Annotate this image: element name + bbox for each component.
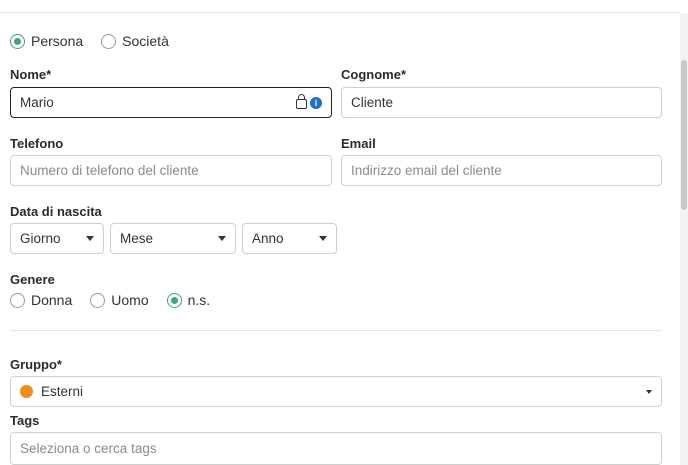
radio-persona-indicator[interactable] bbox=[10, 33, 25, 49]
radio-ns-label: n.s. bbox=[187, 292, 211, 308]
cognome-input[interactable] bbox=[341, 87, 662, 118]
tags-input[interactable] bbox=[10, 432, 662, 465]
chevron-down-icon bbox=[319, 236, 327, 241]
radio-uomo-label: Uomo bbox=[111, 292, 149, 308]
email-label: Email bbox=[341, 136, 376, 151]
radio-societa[interactable]: Società bbox=[101, 33, 169, 49]
group-color-dot bbox=[20, 385, 33, 398]
radio-uomo-indicator[interactable] bbox=[90, 292, 106, 308]
mese-select[interactable]: Mese bbox=[110, 223, 236, 254]
password-manager-badge[interactable]: i bbox=[296, 94, 322, 109]
mese-select-value: Mese bbox=[120, 231, 154, 246]
top-divider bbox=[0, 12, 680, 13]
info-icon: i bbox=[310, 96, 322, 109]
lock-icon bbox=[296, 94, 307, 109]
radio-donna-label: Donna bbox=[31, 292, 73, 308]
tags-label: Tags bbox=[10, 413, 40, 428]
radio-ns[interactable]: n.s. bbox=[166, 292, 211, 308]
giorno-select-value: Giorno bbox=[20, 231, 61, 246]
nome-input[interactable] bbox=[10, 87, 332, 118]
cognome-label: Cognome* bbox=[341, 67, 406, 82]
radio-persona-label: Persona bbox=[31, 33, 84, 49]
nome-label: Nome* bbox=[10, 67, 52, 82]
scrollbar-thumb[interactable] bbox=[681, 60, 687, 210]
giorno-select[interactable]: Giorno bbox=[10, 223, 104, 254]
chevron-down-icon bbox=[646, 390, 652, 394]
section-divider bbox=[10, 330, 662, 331]
email-input[interactable] bbox=[341, 155, 662, 186]
genere-label: Genere bbox=[10, 272, 55, 287]
chevron-down-icon bbox=[86, 236, 94, 241]
radio-societa-indicator[interactable] bbox=[101, 33, 117, 49]
gruppo-label: Gruppo* bbox=[10, 357, 62, 372]
radio-societa-label: Società bbox=[122, 33, 169, 49]
entity-type-group: Persona Società bbox=[10, 33, 181, 49]
data-nascita-label: Data di nascita bbox=[10, 204, 102, 219]
radio-uomo[interactable]: Uomo bbox=[90, 292, 149, 308]
telefono-input[interactable] bbox=[10, 155, 332, 186]
radio-persona[interactable]: Persona bbox=[10, 33, 83, 49]
chevron-down-icon bbox=[218, 236, 226, 241]
radio-ns-indicator[interactable] bbox=[166, 292, 182, 308]
anno-select[interactable]: Anno bbox=[242, 223, 337, 254]
radio-donna-indicator[interactable] bbox=[10, 292, 25, 308]
anno-select-value: Anno bbox=[252, 231, 284, 246]
telefono-label: Telefono bbox=[10, 136, 64, 151]
gruppo-select-value: Esterni bbox=[41, 384, 84, 399]
radio-donna[interactable]: Donna bbox=[10, 292, 72, 308]
genere-group: Donna Uomo n.s. bbox=[10, 292, 222, 308]
gruppo-select[interactable]: Esterni bbox=[10, 376, 662, 407]
